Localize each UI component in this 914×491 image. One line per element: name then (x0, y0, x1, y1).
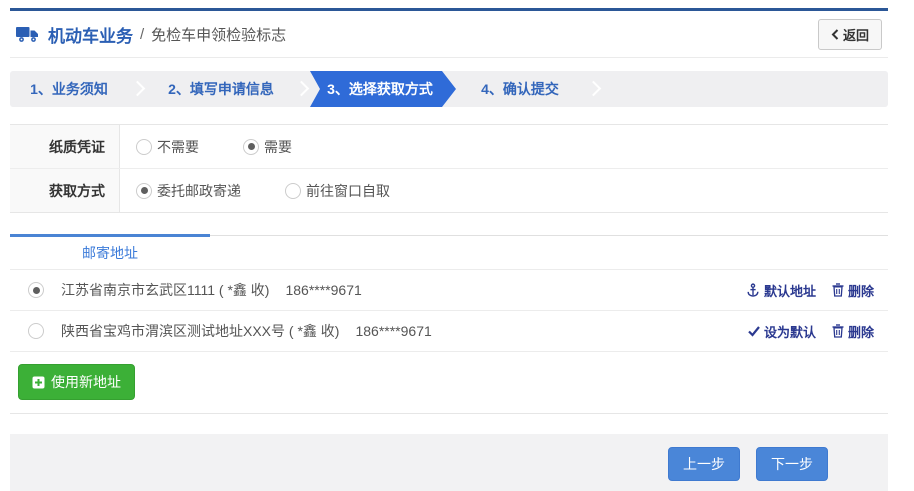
trash-icon (832, 283, 844, 297)
step-separator-icon (292, 71, 314, 107)
breadcrumb-current: 免检车申领检验标志 (151, 24, 286, 45)
radio-checked-icon[interactable] (136, 183, 152, 199)
tab-mailing-address[interactable]: 邮寄地址 (10, 234, 210, 269)
radio-option-not-needed[interactable]: 不需要 (136, 137, 199, 157)
step-3-label: 3、选择获取方式 (327, 79, 433, 99)
new-address-row: 使用新地址 (10, 351, 888, 413)
delete-address-link[interactable]: 删除 (832, 281, 874, 300)
radio-option-needed[interactable]: 需要 (243, 137, 292, 157)
step-1-label: 1、业务须知 (30, 79, 108, 99)
radio-unchecked-icon[interactable] (136, 139, 152, 155)
form-row-acquire-method: 获取方式 委托邮政寄递 前往窗口自取 (10, 168, 888, 212)
tab-label: 邮寄地址 (82, 243, 138, 263)
step-wizard: 1、业务须知 2、填写申请信息 3、选择获取方式 4、确认提交 (10, 71, 888, 107)
radio-option-postal-delivery[interactable]: 委托邮政寄递 (136, 181, 241, 201)
header: 机动车业务 / 免检车申领检验标志 返回 (10, 11, 888, 58)
next-step-button[interactable]: 下一步 (756, 447, 828, 481)
address-text: 陕西省宝鸡市渭滨区测试地址XXX号 ( *鑫 收) (61, 321, 339, 341)
form-row-paper-voucher: 纸质凭证 不需要 需要 (10, 125, 888, 168)
action-label: 默认地址 (764, 281, 816, 300)
trash-icon (832, 324, 844, 338)
address-actions: 设为默认 删除 (748, 322, 874, 341)
anchor-icon (746, 283, 760, 298)
radio-option-label: 不需要 (157, 137, 199, 157)
step-2-label: 2、填写申请信息 (168, 79, 274, 99)
radio-unchecked-icon[interactable] (285, 183, 301, 199)
address-text: 江苏省南京市玄武区1111 ( *鑫 收) (61, 280, 269, 300)
radio-option-label: 前往窗口自取 (306, 181, 390, 201)
acquire-method-label: 获取方式 (10, 169, 120, 212)
radio-option-label: 委托邮政寄递 (157, 181, 241, 201)
page-container: 机动车业务 / 免检车申领检验标志 返回 1、业务须知 2、填写申请信息 3、选… (10, 8, 888, 491)
back-button-label: 返回 (843, 25, 869, 44)
step-4-label: 4、确认提交 (481, 79, 559, 99)
use-new-address-label: 使用新地址 (51, 372, 121, 392)
previous-step-button[interactable]: 上一步 (668, 447, 740, 481)
acquire-method-options: 委托邮政寄递 前往窗口自取 (120, 169, 434, 212)
step-3-choose-method-active[interactable]: 3、选择获取方式 (310, 71, 456, 107)
action-label: 删除 (848, 281, 874, 300)
address-row[interactable]: 江苏省南京市玄武区1111 ( *鑫 收) 186****9671 默认地址 (10, 269, 888, 310)
default-address-link[interactable]: 默认地址 (746, 281, 816, 300)
use-new-address-button[interactable]: 使用新地址 (18, 364, 135, 400)
truck-icon (16, 24, 40, 44)
address-row[interactable]: 陕西省宝鸡市渭滨区测试地址XXX号 ( *鑫 收) 186****9671 设为… (10, 310, 888, 351)
set-default-link[interactable]: 设为默认 (748, 322, 816, 341)
step-2-fill-info[interactable]: 2、填写申请信息 (150, 71, 292, 107)
address-phone: 186****9671 (285, 282, 361, 298)
radio-option-window-pickup[interactable]: 前往窗口自取 (285, 181, 390, 201)
radio-option-label: 需要 (264, 137, 292, 157)
address-actions: 默认地址 删除 (746, 281, 874, 300)
check-icon (748, 326, 760, 337)
tabs-filler (210, 235, 888, 269)
radio-checked-icon[interactable] (28, 282, 44, 298)
address-phone: 186****9671 (355, 323, 431, 339)
step-separator-icon (128, 71, 150, 107)
chevron-left-icon (831, 29, 839, 40)
paper-voucher-label: 纸质凭证 (10, 125, 120, 168)
back-button[interactable]: 返回 (818, 19, 882, 50)
address-tabs: 邮寄地址 (10, 234, 888, 269)
action-label: 删除 (848, 322, 874, 341)
step-separator-icon (584, 71, 606, 107)
breadcrumb-separator: / (140, 26, 144, 43)
steps-filler (606, 71, 888, 107)
action-label: 设为默认 (764, 322, 816, 341)
paper-voucher-options: 不需要 需要 (120, 125, 336, 168)
plus-icon (32, 376, 45, 389)
delete-address-link[interactable]: 删除 (832, 322, 874, 341)
page-title: 机动车业务 (48, 22, 133, 47)
mailing-address-section: 邮寄地址 江苏省南京市玄武区1111 ( *鑫 收) 186****9671 (10, 234, 888, 414)
radio-unchecked-icon[interactable] (28, 323, 44, 339)
step-1-notice[interactable]: 1、业务须知 (10, 71, 128, 107)
radio-checked-icon[interactable] (243, 139, 259, 155)
form-table: 纸质凭证 不需要 需要 获取方式 委托邮政寄递 (10, 124, 888, 213)
footer-bar: 上一步 下一步 (10, 434, 888, 491)
step-4-confirm[interactable]: 4、确认提交 (456, 71, 584, 107)
